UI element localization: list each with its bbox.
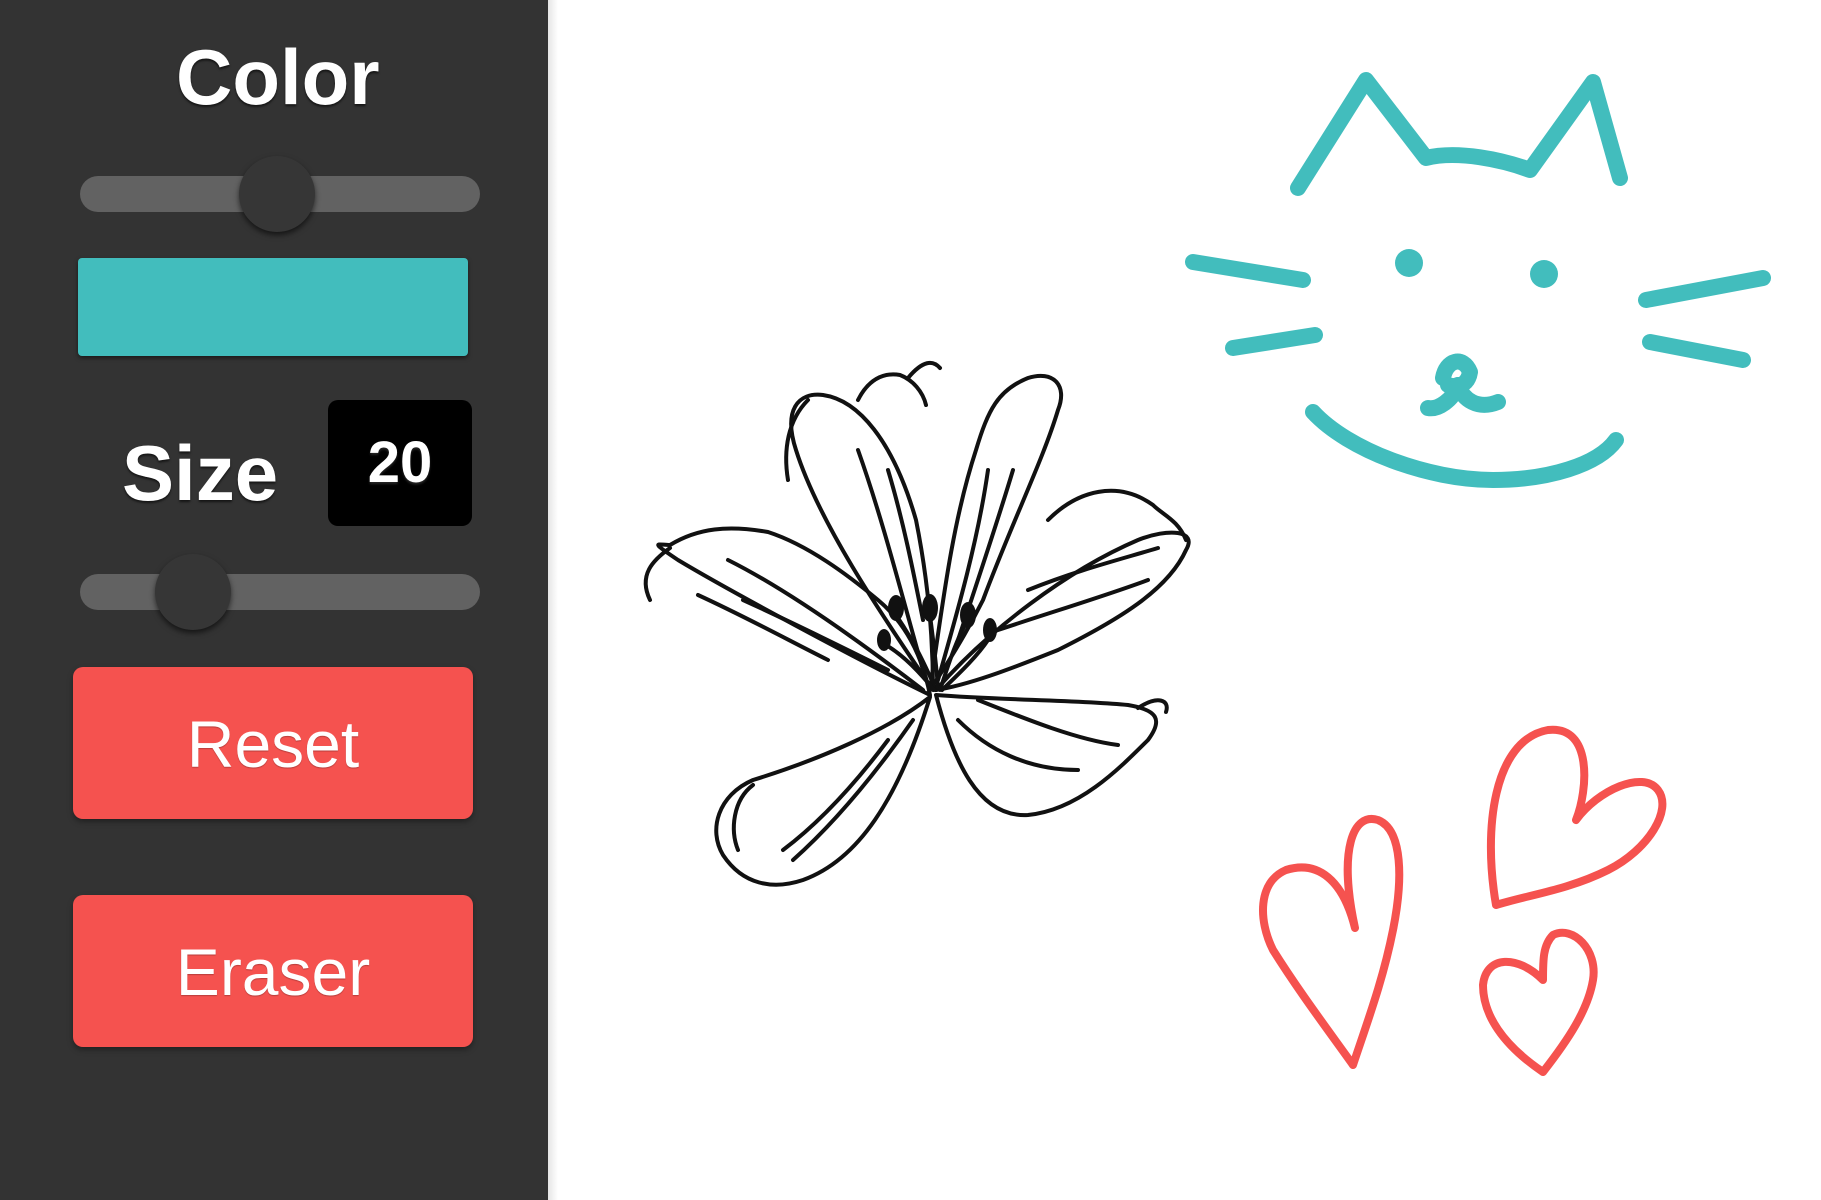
- hearts-drawing: [1259, 725, 1667, 1076]
- reset-button[interactable]: Reset: [73, 667, 473, 819]
- canvas-svg: [643, 72, 1771, 1076]
- size-label: Size: [122, 429, 279, 517]
- color-label: Color: [176, 33, 380, 121]
- color-slider-thumb[interactable]: [239, 156, 315, 232]
- color-swatch: [78, 258, 468, 356]
- tool-sidebar: Color Size 20 Reset Eraser: [0, 0, 548, 1200]
- sidebar-shadow: [548, 0, 558, 1200]
- cat-face-drawing: [1185, 72, 1771, 488]
- eraser-button[interactable]: Eraser: [73, 895, 473, 1047]
- flower-drawing: [643, 360, 1191, 887]
- drawing-canvas[interactable]: [558, 0, 1821, 1200]
- size-value-display: 20: [328, 400, 472, 526]
- color-slider[interactable]: [80, 156, 480, 232]
- size-slider[interactable]: [80, 554, 480, 630]
- size-slider-thumb[interactable]: [155, 554, 231, 630]
